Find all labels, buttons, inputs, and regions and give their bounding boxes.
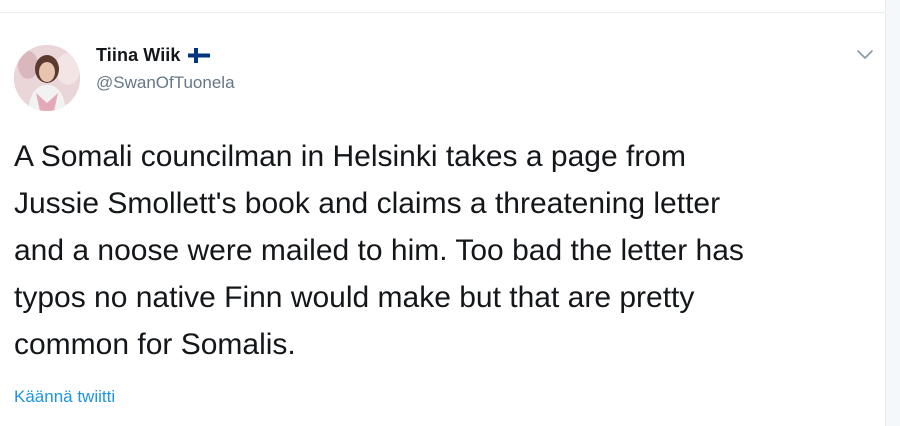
avatar[interactable] — [14, 45, 80, 111]
scrollbar-gutter[interactable] — [885, 0, 900, 426]
tweet-text-line: and a noose were mailed to him. Too bad … — [14, 234, 744, 267]
tweet-text-line: A Somali councilman in Helsinki takes a … — [14, 140, 686, 173]
tweet-card: Tiina Wiik @SwanOfTuonela A Somali counc… — [0, 13, 886, 426]
tweet-text-line: common for Somalis. — [14, 328, 296, 361]
translate-tweet-link[interactable]: Käännä twiitti — [14, 387, 115, 407]
avatar-photo — [14, 45, 80, 111]
tweet-text-line: typos no native Finn would make but that… — [14, 281, 695, 314]
tweet-text-line: Jussie Smollett's book and claims a thre… — [14, 187, 721, 220]
chevron-down-icon[interactable] — [854, 43, 876, 65]
user-handle[interactable]: @SwanOfTuonela — [96, 73, 235, 93]
tweet-author: Tiina Wiik @SwanOfTuonela — [96, 43, 235, 93]
display-name[interactable]: Tiina Wiik — [96, 45, 181, 66]
author-name-row: Tiina Wiik — [96, 43, 235, 67]
finland-flag-icon — [187, 47, 210, 63]
top-divider — [0, 0, 886, 13]
tweet-text: A Somali councilman in Helsinki takes a … — [14, 133, 864, 368]
tweet-screenshot: Tiina Wiik @SwanOfTuonela A Somali counc… — [0, 0, 900, 426]
